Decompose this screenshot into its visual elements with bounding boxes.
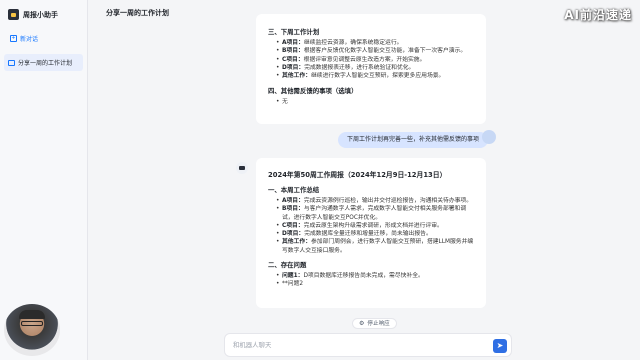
list-item: B项目：根据客户反馈优化数字人智能交互功能，准备下一次客户演示。	[276, 47, 474, 56]
sidebar-item-conversation[interactable]: 分享一周的工作计划	[4, 54, 83, 71]
chat-input-box: ➤	[224, 333, 545, 357]
list-item: 其他工作：继续进行数字人智能交互预研，探索更多应用场景。	[276, 72, 474, 81]
plan-list: A项目：继续监控云资源，确保系统稳定运行。 B项目：根据客户反馈优化数字人智能交…	[268, 39, 474, 81]
issues-list: 问题1：D项目数据库迁移报告尚未完成，需尽快补全。 **问题2	[268, 272, 474, 289]
section-heading: 一、本周工作总结	[268, 186, 320, 194]
list-item: D项目：完成数据库全量迁移和增量迁移，尚未输出报告。	[276, 230, 474, 239]
stop-label: 停止响应	[367, 320, 390, 327]
page-title: 分享一周的工作计划	[106, 9, 169, 17]
report-title: 2024年第50周工作周报（2024年12月9日-12月13日）	[268, 171, 447, 179]
user-avatar	[482, 130, 496, 144]
chat-bubble-icon	[8, 59, 15, 66]
sidebar: 周报小助手 + 新对话 分享一周的工作计划	[0, 0, 88, 360]
list-item: 问题1：D项目数据库迁移报告尚未完成，需尽快补全。	[276, 272, 474, 281]
list-item: 其他工作：参加部门周例会，进行数字人智能交互预研，搭建LLM服务并编写数字人交互…	[276, 238, 474, 255]
list-item: **问题2	[276, 280, 474, 289]
list-item: B项目：与客户沟通数字人需求，完成数字人智能交付相关服务部署和调试，进行数字人智…	[276, 205, 474, 222]
presenter-glasses	[21, 321, 43, 326]
new-chat-icon: +	[10, 35, 17, 42]
section-heading: 二、存在问题	[268, 261, 307, 270]
feedback-list: 无	[268, 98, 474, 107]
robot-logo-icon	[8, 9, 19, 20]
app-header: 周报小助手	[0, 0, 87, 28]
list-item: A项目：继续监控云资源，确保系统稳定运行。	[276, 39, 474, 48]
conversation-label: 分享一周的工作计划	[18, 60, 73, 67]
list-item: C项目：完成云原生架构升级需求调研，形成文档并进行评审。	[276, 222, 474, 231]
user-message-bubble: 下周工作计划再完善一些，补充其他需反馈的事项	[338, 132, 489, 148]
send-icon: ➤	[496, 341, 504, 350]
app-title: 周报小助手	[23, 10, 58, 19]
presenter-webcam	[4, 304, 60, 356]
stop-response-button[interactable]: ⚙ 停止响应	[352, 318, 397, 329]
assistant-message-1: 三、下周工作计划 A项目：继续监控云资源，确保系统稳定运行。 B项目：根据客户反…	[256, 14, 486, 124]
list-item: A项目：完成云资源例行巡检，输出并交付巡检报告，沟通相关待办事项。	[276, 197, 474, 206]
send-button[interactable]: ➤	[493, 339, 507, 353]
section-heading: 三、下周工作计划	[268, 28, 320, 36]
list-item: C项目：根据评审意见调整云原生改造方案，开始实施。	[276, 56, 474, 65]
section-heading: 四、其他需反馈的事项（选填）	[268, 87, 358, 96]
assistant-avatar	[236, 162, 248, 174]
video-watermark: AI前沿速递	[564, 8, 632, 22]
assistant-message-2: 2024年第50周工作周报（2024年12月9日-12月13日） 一、本周工作总…	[256, 158, 486, 308]
presenter-hair	[19, 310, 45, 319]
stop-icon: ⚙	[359, 319, 365, 327]
new-chat-label: 新对话	[20, 36, 39, 43]
list-item: D项目：完成数据报表迁移，进行系统验证和优化。	[276, 64, 474, 73]
new-chat-button[interactable]: + 新对话	[6, 31, 81, 46]
summary-list: A项目：完成云资源例行巡检，输出并交付巡检报告，沟通相关待办事项。 B项目：与客…	[268, 197, 474, 255]
list-item: 无	[276, 98, 474, 107]
